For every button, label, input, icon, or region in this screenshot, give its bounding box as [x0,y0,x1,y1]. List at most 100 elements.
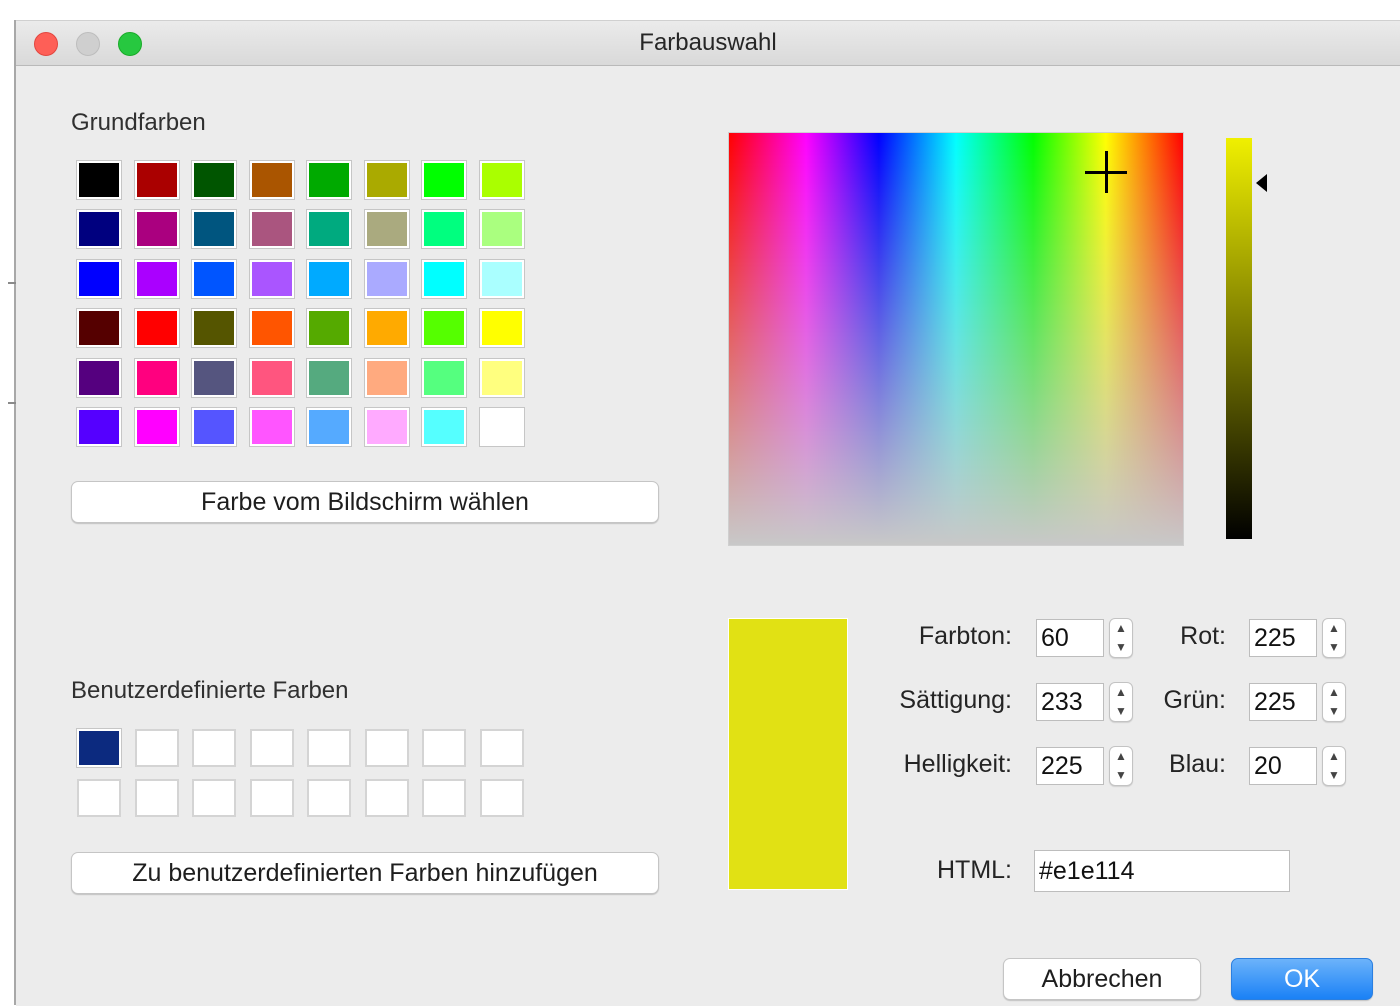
chevron-up-icon[interactable]: ▲ [1323,747,1345,766]
chevron-down-icon[interactable]: ▼ [1110,638,1132,657]
color-swatch[interactable] [192,309,236,348]
color-swatch[interactable] [479,729,524,767]
color-swatch[interactable] [364,309,409,348]
color-swatch[interactable] [192,408,236,446]
color-swatch[interactable] [249,408,294,446]
color-swatch[interactable] [422,779,466,817]
hue-stepper[interactable]: ▲ ▼ [1109,618,1133,658]
color-swatch[interactable] [307,779,351,817]
saturation-stepper[interactable]: ▲ ▼ [1109,682,1133,722]
green-input[interactable] [1249,683,1317,721]
color-swatch[interactable] [134,161,179,199]
color-swatch[interactable] [479,309,524,348]
color-swatch[interactable] [364,259,409,298]
chevron-down-icon[interactable]: ▼ [1323,766,1345,785]
hue-saturation-spectrum[interactable] [728,132,1184,546]
color-swatch[interactable] [77,358,121,397]
color-swatch[interactable] [249,259,294,298]
color-swatch[interactable] [479,161,524,199]
html-hex-input[interactable] [1034,850,1290,892]
color-swatch[interactable] [364,779,409,817]
color-swatch[interactable] [134,309,179,348]
blue-label: Blau: [1169,750,1226,778]
color-swatch[interactable] [192,779,236,817]
ok-button[interactable]: OK [1231,958,1373,1000]
color-swatch[interactable] [77,779,121,817]
color-swatch[interactable] [192,210,236,249]
chevron-up-icon[interactable]: ▲ [1323,619,1345,638]
color-swatch[interactable] [249,161,294,199]
chevron-down-icon[interactable]: ▼ [1110,766,1132,785]
color-swatch[interactable] [364,408,409,446]
color-swatch[interactable] [422,161,466,199]
color-swatch[interactable] [134,358,179,397]
red-input[interactable] [1249,619,1317,657]
color-swatch[interactable] [249,729,294,767]
chevron-down-icon[interactable]: ▼ [1323,638,1345,657]
green-stepper[interactable]: ▲ ▼ [1322,682,1346,722]
color-swatch[interactable] [422,358,466,397]
background-window-mark [8,402,16,404]
color-swatch[interactable] [422,309,466,348]
add-custom-color-button[interactable]: Zu benutzerdefinierten Farben hinzufügen [71,852,659,894]
color-swatch[interactable] [192,259,236,298]
color-swatch[interactable] [134,729,179,767]
color-swatch[interactable] [249,779,294,817]
color-swatch[interactable] [307,161,351,199]
color-swatch[interactable] [307,259,351,298]
color-swatch[interactable] [307,729,351,767]
chevron-up-icon[interactable]: ▲ [1110,683,1132,702]
chevron-down-icon[interactable]: ▼ [1110,702,1132,721]
color-swatch[interactable] [422,259,466,298]
color-swatch[interactable] [77,408,121,446]
color-swatch[interactable] [77,161,121,199]
color-swatch[interactable] [364,729,409,767]
chevron-up-icon[interactable]: ▲ [1323,683,1345,702]
color-swatch[interactable] [77,309,121,348]
chevron-up-icon[interactable]: ▲ [1110,747,1132,766]
color-swatch[interactable] [364,358,409,397]
color-swatch[interactable] [479,408,524,446]
color-swatch[interactable] [307,309,351,348]
hue-input[interactable] [1036,619,1104,657]
color-swatch[interactable] [192,729,236,767]
color-swatch[interactable] [364,210,409,249]
custom-colors-label: Benutzerdefinierte Farben [71,677,349,704]
color-swatch[interactable] [249,210,294,249]
color-swatch[interactable] [479,779,524,817]
color-swatch[interactable] [77,210,121,249]
color-swatch[interactable] [307,408,351,446]
pick-screen-color-button[interactable]: Farbe vom Bildschirm wählen [71,481,659,523]
color-swatch[interactable] [134,779,179,817]
color-swatch[interactable] [77,729,121,767]
color-swatch[interactable] [134,210,179,249]
red-stepper[interactable]: ▲ ▼ [1322,618,1346,658]
blue-stepper[interactable]: ▲ ▼ [1322,746,1346,786]
color-swatch[interactable] [192,161,236,199]
chevron-down-icon[interactable]: ▼ [1323,702,1345,721]
color-swatch[interactable] [249,309,294,348]
blue-input[interactable] [1249,747,1317,785]
color-swatch[interactable] [249,358,294,397]
brightness-stepper[interactable]: ▲ ▼ [1109,746,1133,786]
cancel-button[interactable]: Abbrechen [1003,958,1201,1000]
brightness-slider[interactable] [1226,138,1252,539]
color-swatch[interactable] [134,259,179,298]
color-swatch[interactable] [77,259,121,298]
color-swatch[interactable] [422,729,466,767]
color-swatch[interactable] [364,161,409,199]
color-swatch[interactable] [307,358,351,397]
color-swatch[interactable] [479,259,524,298]
color-swatch[interactable] [479,358,524,397]
color-swatch[interactable] [134,408,179,446]
brightness-input[interactable] [1036,747,1104,785]
color-swatch[interactable] [422,210,466,249]
crosshair-icon[interactable] [1085,151,1127,193]
color-swatch[interactable] [479,210,524,249]
chevron-up-icon[interactable]: ▲ [1110,619,1132,638]
color-swatch[interactable] [307,210,351,249]
color-swatch[interactable] [192,358,236,397]
triangle-left-icon[interactable] [1256,174,1267,192]
color-swatch[interactable] [422,408,466,446]
saturation-input[interactable] [1036,683,1104,721]
